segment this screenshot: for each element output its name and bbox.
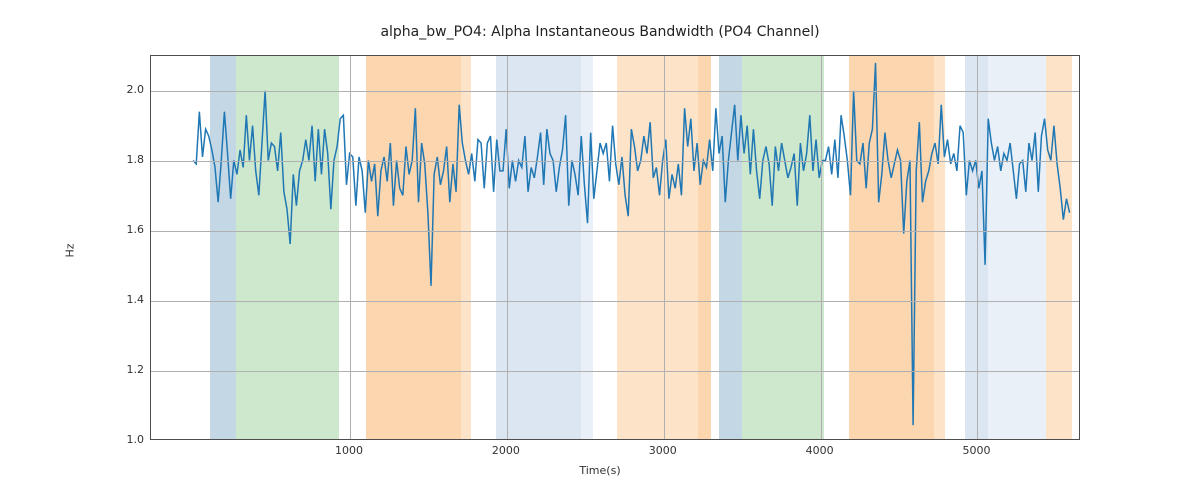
- grid-line: [151, 161, 1079, 162]
- chart-title: alpha_bw_PO4: Alpha Instantaneous Bandwi…: [0, 24, 1200, 40]
- x-axis-label: Time(s): [0, 464, 1200, 477]
- grid-line: [821, 56, 822, 439]
- grid-line: [977, 56, 978, 439]
- y-axis-label: Hz: [60, 0, 80, 500]
- line-plot-svg: [151, 56, 1079, 439]
- plot-area: [150, 55, 1080, 440]
- y-tick-label: 1.8: [110, 153, 144, 166]
- figure: alpha_bw_PO4: Alpha Instantaneous Bandwi…: [0, 0, 1200, 500]
- y-tick-label: 1.6: [110, 223, 144, 236]
- y-tick-label: 1.4: [110, 293, 144, 306]
- y-tick-label: 2.0: [110, 83, 144, 96]
- x-tick-label: 2000: [476, 444, 536, 457]
- grid-line: [151, 91, 1079, 92]
- grid-line: [151, 371, 1079, 372]
- grid-line: [151, 231, 1079, 232]
- x-tick-label: 1000: [319, 444, 379, 457]
- y-tick-label: 1.0: [110, 433, 144, 446]
- x-tick-label: 5000: [946, 444, 1006, 457]
- grid-line: [664, 56, 665, 439]
- x-tick-label: 4000: [790, 444, 850, 457]
- grid-line: [350, 56, 351, 439]
- x-tick-label: 3000: [633, 444, 693, 457]
- grid-line: [507, 56, 508, 439]
- grid-line: [151, 301, 1079, 302]
- y-tick-label: 1.2: [110, 363, 144, 376]
